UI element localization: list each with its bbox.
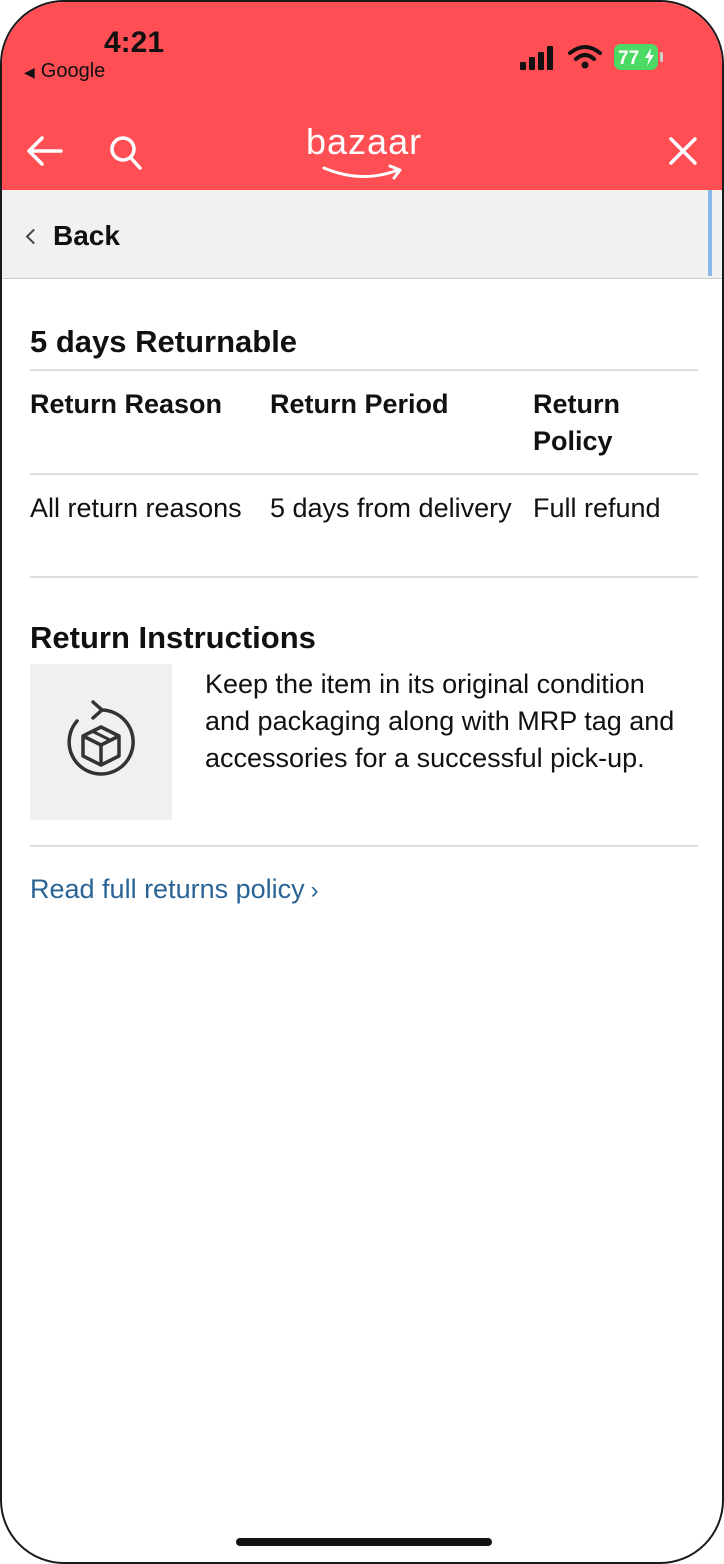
divider <box>30 576 698 578</box>
cell-return-policy: Full refund <box>533 493 661 523</box>
app-header: 4:21 ◀ Google 77 bazaar <box>2 2 722 190</box>
back-button[interactable]: Back <box>25 220 120 252</box>
phone-frame: 4:21 ◀ Google 77 bazaar Back 5 days Retu… <box>0 0 724 1564</box>
returnable-title: 5 days Returnable <box>30 324 298 359</box>
battery-level: 77 <box>618 48 639 69</box>
wifi-icon <box>568 45 602 69</box>
divider <box>30 369 698 371</box>
divider <box>30 845 698 847</box>
arrow-left-icon[interactable] <box>26 132 64 170</box>
instructions-title: Return Instructions <box>30 620 316 655</box>
logo-text: bazaar <box>306 121 423 162</box>
bazaar-logo[interactable]: bazaar <box>306 122 422 186</box>
instructions-text: Keep the item in its original condition … <box>205 669 675 773</box>
cellular-signal-icon <box>520 46 553 70</box>
back-to-app-label: Google <box>40 60 106 82</box>
chevron-right-icon: › <box>310 877 319 904</box>
header-return-policy: Return Policy <box>533 389 620 456</box>
divider <box>30 473 698 475</box>
logo-smile-icon <box>322 164 402 180</box>
status-time: 4:21 <box>104 26 165 59</box>
return-box-icon <box>30 664 172 820</box>
chevron-left-icon <box>25 228 42 244</box>
cell-return-period: 5 days from delivery <box>270 493 512 523</box>
back-bar: Back <box>2 190 722 279</box>
scroll-indicator <box>708 190 712 276</box>
back-triangle-icon: ◀ <box>24 64 35 80</box>
close-icon[interactable] <box>668 136 698 166</box>
back-button-label: Back <box>53 220 120 251</box>
header-return-reason: Return Reason <box>30 389 223 419</box>
header-return-period: Return Period <box>270 389 449 419</box>
returns-policy-link[interactable]: Read full returns policy › <box>30 874 319 905</box>
home-indicator[interactable] <box>236 1538 492 1546</box>
cell-return-reason: All return reasons <box>30 493 242 523</box>
returns-policy-link-label: Read full returns policy <box>30 874 305 904</box>
back-to-app-link[interactable]: ◀ Google <box>24 60 105 83</box>
battery-icon: 77 <box>614 44 663 70</box>
search-icon[interactable] <box>108 134 144 172</box>
